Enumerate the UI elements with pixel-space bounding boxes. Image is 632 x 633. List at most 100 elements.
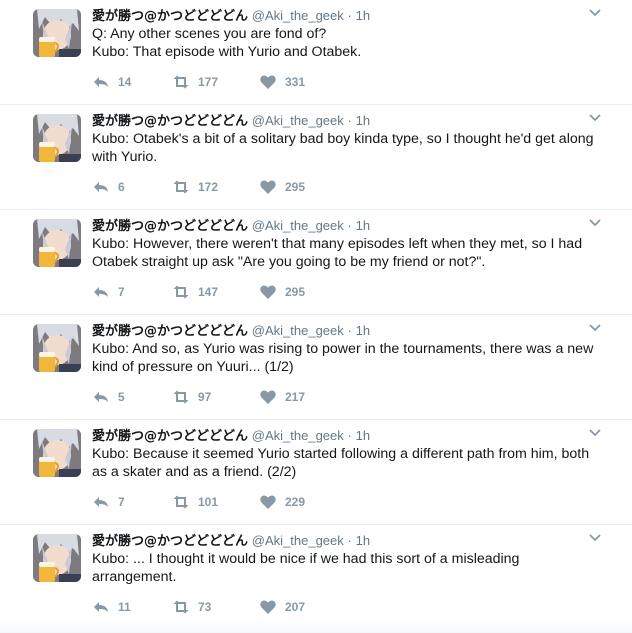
reply-count: 14	[118, 75, 132, 89]
username[interactable]: @Aki_the_geek	[252, 428, 344, 443]
heart-icon	[259, 389, 277, 405]
timestamp[interactable]: 1h	[356, 323, 370, 338]
timestamp[interactable]: 1h	[356, 8, 370, 23]
retweet-icon	[172, 599, 190, 615]
retweet-button[interactable]: 172	[172, 179, 259, 195]
tweet-actions: 7 101 229	[92, 494, 339, 510]
tweet[interactable]: 愛が勝つ@かつどどどどん @Aki_the_geek · 1h Kubo: Ot…	[0, 105, 632, 210]
tweet-text-line: Kubo: However, there weren't that many e…	[92, 236, 583, 252]
avatar[interactable]	[33, 324, 81, 372]
tweet[interactable]: 愛が勝つ@かつどどどどん @Aki_the_geek · 1h Kubo: An…	[0, 315, 632, 420]
reply-icon	[92, 74, 110, 90]
retweet-count: 177	[198, 75, 219, 89]
chevron-down-icon[interactable]	[588, 216, 602, 230]
reply-count: 11	[118, 600, 131, 614]
tweet-header: 愛が勝つ@かつどどどどん @Aki_the_geek · 1h	[92, 7, 370, 26]
avatar[interactable]	[33, 114, 81, 162]
reply-button[interactable]: 5	[92, 389, 172, 405]
separator: ·	[347, 8, 352, 23]
username[interactable]: @Aki_the_geek	[252, 323, 344, 338]
username[interactable]: @Aki_the_geek	[252, 218, 344, 233]
heart-icon	[259, 599, 277, 615]
retweet-button[interactable]: 97	[172, 389, 259, 405]
reply-icon	[92, 179, 110, 195]
retweet-count: 147	[198, 285, 219, 299]
separator: ·	[347, 533, 352, 548]
tweet-text-line: Kubo: Because it seemed Yurio started fo…	[92, 446, 590, 462]
reply-count: 7	[118, 285, 125, 299]
avatar-image	[33, 114, 81, 162]
chevron-down-icon[interactable]	[588, 111, 602, 125]
display-name[interactable]: 愛が勝つ@かつどどどどん	[92, 429, 248, 444]
tweet-text-line: Kubo: Otabek's a bit of a solitary bad b…	[92, 131, 594, 147]
timestamp[interactable]: 1h	[356, 113, 370, 128]
tweet-actions: 6 172 295	[92, 179, 339, 195]
retweet-icon	[172, 74, 190, 90]
tweet-text-line: Otabek straight up ask "Are you going to…	[92, 254, 486, 270]
separator: ·	[347, 218, 352, 233]
heart-icon	[259, 179, 277, 195]
retweet-icon	[172, 389, 190, 405]
reply-button[interactable]: 6	[92, 179, 172, 195]
like-button[interactable]: 331	[259, 74, 339, 90]
reply-button[interactable]: 7	[92, 494, 172, 510]
avatar[interactable]	[33, 9, 81, 57]
reply-count: 6	[118, 180, 125, 194]
like-count: 229	[285, 495, 306, 509]
like-button[interactable]: 217	[259, 389, 339, 405]
avatar-image	[33, 9, 81, 57]
retweet-button[interactable]: 177	[172, 74, 259, 90]
retweet-button[interactable]: 73	[172, 599, 259, 615]
like-button[interactable]: 207	[259, 599, 339, 615]
like-count: 331	[285, 75, 306, 89]
tweet-text-line: Kubo: ... I thought it would be nice if …	[92, 551, 520, 567]
chevron-down-icon[interactable]	[588, 321, 602, 335]
tweet-text-line: Kubo: That episode with Yurio and Otabek…	[92, 44, 362, 60]
tweet-text: Kubo: Otabek's a bit of a solitary bad b…	[92, 130, 612, 166]
like-button[interactable]: 295	[259, 179, 339, 195]
timestamp[interactable]: 1h	[356, 218, 370, 233]
avatar[interactable]	[33, 534, 81, 582]
reply-button[interactable]: 7	[92, 284, 172, 300]
chevron-down-icon[interactable]	[588, 6, 602, 20]
tweet-header: 愛が勝つ@かつどどどどん @Aki_the_geek · 1h	[92, 532, 370, 551]
username[interactable]: @Aki_the_geek	[252, 113, 344, 128]
separator: ·	[347, 323, 352, 338]
avatar[interactable]	[33, 219, 81, 267]
tweet[interactable]: 愛が勝つ@かつどどどどん @Aki_the_geek · 1h Kubo: Ho…	[0, 210, 632, 315]
retweet-icon	[172, 494, 190, 510]
timestamp[interactable]: 1h	[356, 533, 370, 548]
display-name[interactable]: 愛が勝つ@かつどどどどん	[92, 219, 248, 234]
tweet-text: Q: Any other scenes you are fond of? Kub…	[92, 25, 612, 61]
display-name[interactable]: 愛が勝つ@かつどどどどん	[92, 114, 248, 129]
timestamp[interactable]: 1h	[356, 428, 370, 443]
tweet-text-line: Q: Any other scenes you are fond of?	[92, 26, 327, 42]
chevron-down-icon[interactable]	[588, 531, 602, 545]
tweet[interactable]: 愛が勝つ@かつどどどどん @Aki_the_geek · 1h Q: Any o…	[0, 0, 632, 105]
retweet-button[interactable]: 101	[172, 494, 259, 510]
display-name[interactable]: 愛が勝つ@かつどどどどん	[92, 534, 248, 549]
tweet-text: Kubo: ... I thought it would be nice if …	[92, 550, 612, 586]
like-count: 207	[285, 600, 306, 614]
retweet-icon	[172, 179, 190, 195]
heart-icon	[259, 494, 277, 510]
timeline: 愛が勝つ@かつどどどどん @Aki_the_geek · 1h Q: Any o…	[0, 0, 632, 633]
chevron-down-icon[interactable]	[588, 426, 602, 440]
tweet[interactable]: 愛が勝つ@かつどどどどん @Aki_the_geek · 1h Kubo: Be…	[0, 420, 632, 525]
like-count: 295	[285, 285, 306, 299]
like-button[interactable]: 229	[259, 494, 339, 510]
like-button[interactable]: 295	[259, 284, 339, 300]
tweet-actions: 5 97 217	[92, 389, 339, 405]
retweet-button[interactable]: 147	[172, 284, 259, 300]
tweet[interactable]: 愛が勝つ@かつどどどどん @Aki_the_geek · 1h Kubo: ..…	[0, 525, 632, 633]
tweet-text: Kubo: Because it seemed Yurio started fo…	[92, 445, 612, 481]
tweet-header: 愛が勝つ@かつどどどどん @Aki_the_geek · 1h	[92, 112, 370, 131]
reply-button[interactable]: 11	[92, 599, 172, 615]
display-name[interactable]: 愛が勝つ@かつどどどどん	[92, 9, 248, 24]
like-count: 295	[285, 180, 306, 194]
reply-button[interactable]: 14	[92, 74, 172, 90]
username[interactable]: @Aki_the_geek	[252, 8, 344, 23]
display-name[interactable]: 愛が勝つ@かつどどどどん	[92, 324, 248, 339]
username[interactable]: @Aki_the_geek	[252, 533, 344, 548]
avatar[interactable]	[33, 429, 81, 477]
